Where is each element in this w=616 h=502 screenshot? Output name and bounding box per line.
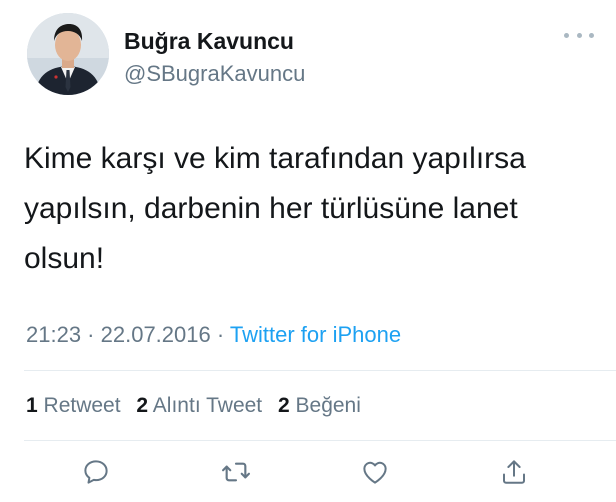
reply-icon: [84, 460, 108, 484]
like-button[interactable]: [355, 452, 395, 492]
tweet-source-link[interactable]: Twitter for iPhone: [230, 322, 401, 347]
user-handle[interactable]: @SBugraKavuncu: [124, 61, 305, 87]
quotes-label: Alıntı Tweet: [152, 394, 263, 417]
tweet-text-line: olsun!: [24, 242, 105, 275]
more-dot: [564, 32, 569, 38]
tweet-header: Buğra Kavuncu @SBugraKavuncu: [27, 13, 596, 103]
retweets-count: 1: [26, 394, 38, 417]
tweet-date[interactable]: 22.07.2016: [101, 322, 211, 347]
divider: [24, 370, 616, 371]
tweet-meta: 21:23 · 22.07.2016 · Twitter for iPhone: [26, 322, 401, 348]
retweet-icon: [222, 462, 250, 482]
avatar[interactable]: [27, 13, 109, 95]
retweet-button[interactable]: [216, 452, 256, 492]
likes-label: Beğeni: [295, 394, 361, 417]
tweet-text: Kime karşı ve kim tarafından yapılırsa y…: [24, 134, 594, 284]
quotes-count: 2: [136, 394, 149, 417]
tweet-time[interactable]: 21:23: [26, 322, 81, 347]
tweet-text-line: Kime karşı ve kim tarafından yapılırsa: [24, 142, 526, 175]
retweets-label: Retweet: [43, 394, 121, 417]
display-name[interactable]: Buğra Kavuncu: [124, 28, 294, 55]
more-dot: [589, 32, 594, 38]
more-dot: [576, 32, 582, 38]
likes-stat[interactable]: 2 Beğeni: [278, 394, 361, 417]
share-button[interactable]: [494, 452, 534, 492]
meta-separator: ·: [81, 322, 101, 347]
quotes-stat[interactable]: 2 Alıntı Tweet: [136, 394, 262, 417]
meta-separator: ·: [210, 322, 230, 347]
like-icon: [363, 461, 387, 484]
share-icon: [503, 460, 525, 484]
likes-count: 2: [277, 394, 290, 417]
tweet-card: Buğra Kavuncu @SBugraKavuncu Kime karşı …: [0, 0, 616, 502]
tweet-actions: [0, 452, 616, 492]
avatar-photo: [27, 13, 109, 95]
retweets-stat[interactable]: 1 Retweet: [26, 394, 121, 417]
tweet-text-line: yapılsın, darbenin her türlüsüne lanet: [24, 192, 518, 225]
divider: [24, 440, 616, 441]
more-horizontal-icon[interactable]: [562, 27, 596, 43]
tweet-stats: 1 Retweet 2 Alıntı Tweet 2 Beğeni: [26, 394, 371, 418]
reply-button[interactable]: [76, 452, 116, 492]
